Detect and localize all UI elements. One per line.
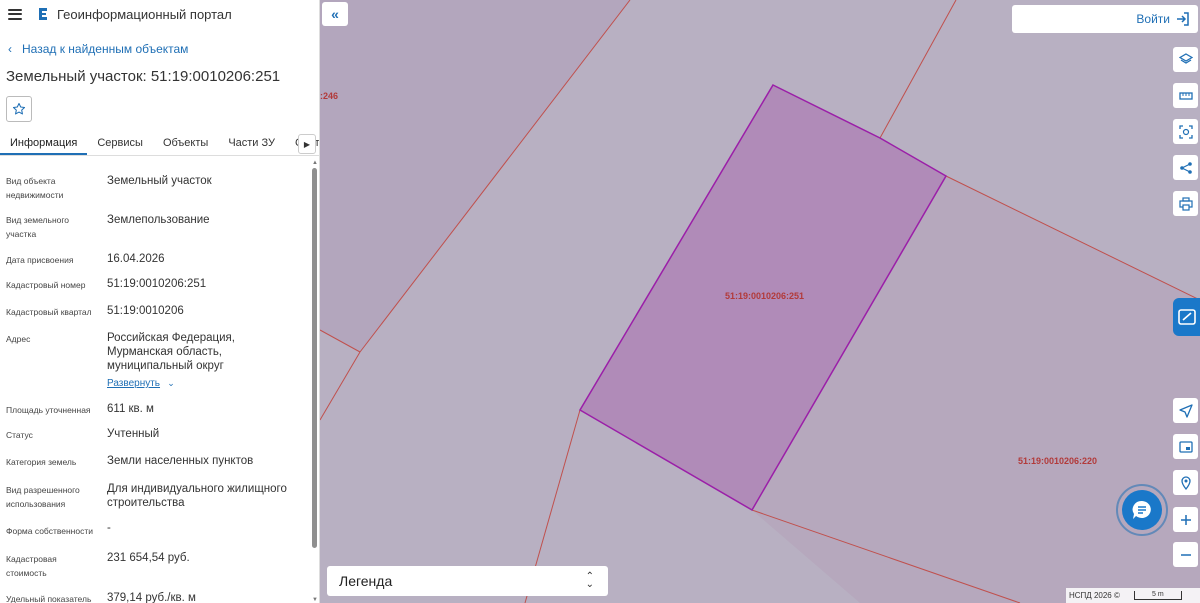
field-value: 16.04.2026	[107, 253, 165, 265]
field-value: Российская Федерация, Мурманская область…	[107, 332, 235, 372]
layers-button[interactable]	[1173, 47, 1198, 72]
locate-button[interactable]	[1173, 398, 1198, 423]
field-label: Статус	[6, 430, 33, 440]
scroll-thumb[interactable]	[312, 168, 317, 548]
field-value: 51:19:0010206:251	[107, 278, 207, 290]
menu-icon[interactable]	[8, 8, 22, 20]
share-button[interactable]	[1173, 155, 1198, 180]
field-label: Удельный показатель	[6, 594, 92, 603]
zoom-out-icon	[1180, 553, 1191, 556]
portal-logo-icon	[39, 8, 47, 20]
favorite-button[interactable]	[6, 96, 32, 122]
field-value: 379,14 руб./кв. м	[107, 592, 196, 603]
field-value: -	[107, 522, 111, 534]
field-label: Вид земельного участка	[6, 215, 70, 239]
info-panel: Геоинформационный портал ‹ Назад к найде…	[0, 0, 320, 603]
field-label: Кадастровый номер	[6, 280, 86, 290]
measure-button[interactable]	[1173, 83, 1198, 108]
field-label: Вид разрешенного использования	[6, 485, 80, 509]
field-label: Дата присвоения	[6, 255, 74, 265]
tab-services[interactable]: Сервисы	[87, 132, 153, 155]
select-area-icon	[1178, 124, 1193, 139]
scroll-up-arrow[interactable]: ▲	[312, 160, 318, 166]
scroll-down-arrow[interactable]: ▼	[312, 597, 318, 603]
login-icon	[1177, 12, 1189, 26]
tab-bar: Информация Сервисы Объекты Части ЗУ Сост…	[0, 132, 319, 156]
locate-icon	[1178, 403, 1193, 418]
field-value: Учтенный	[107, 428, 160, 440]
zoom-in-button[interactable]	[1173, 507, 1198, 532]
chat-button[interactable]	[1116, 484, 1168, 536]
left-parcel-label: :246	[320, 91, 339, 101]
field-label: Адрес	[6, 334, 31, 344]
field-label: Категория земель	[6, 457, 77, 467]
side-panel-icon	[1177, 309, 1196, 325]
chevron-down-icon: ⌄	[167, 378, 175, 388]
tab-information[interactable]: Информация	[0, 132, 88, 155]
scale-bar: 5 m	[1133, 591, 1182, 600]
field-label: Форма собственности	[6, 526, 93, 536]
field-value: 611 кв. м	[107, 403, 154, 415]
field-value: Для индивидуального жилищного строительс…	[107, 483, 287, 509]
portal-title: Геоинформационный портал	[57, 6, 232, 22]
field-value: Земли населенных пунктов	[107, 455, 254, 467]
back-link-label: Назад к найденным объектам	[22, 42, 189, 56]
field-label: Вид объекта недвижимости	[6, 176, 64, 200]
login-label: Войти	[1136, 12, 1170, 26]
right-parcel-label: 51:19:0010206:220	[1018, 456, 1098, 466]
double-chevron-left-icon: «	[331, 6, 339, 22]
print-button[interactable]	[1173, 191, 1198, 216]
minimap-icon	[1178, 440, 1193, 453]
side-panel-tab[interactable]	[1173, 298, 1200, 336]
object-title: Земельный участок: 51:19:0010206:251	[6, 68, 281, 85]
geolocation-icon	[1180, 475, 1191, 490]
select-area-button[interactable]	[1173, 119, 1198, 144]
parcel-left-area	[320, 0, 630, 352]
minimap-button[interactable]	[1173, 434, 1198, 459]
tabs-scroll-right-button[interactable]: ▶	[298, 134, 316, 154]
chevron-right-icon: ▶	[303, 139, 311, 149]
login-button[interactable]: Войти	[1012, 5, 1198, 33]
field-value: Землепользование	[107, 214, 210, 226]
share-icon	[1179, 161, 1192, 174]
selected-parcel-label: 51:19:0010206:251	[725, 291, 805, 301]
chevron-up-down-icon: ⌃ ⌄	[585, 571, 594, 590]
scale-label: 5 m	[1152, 591, 1164, 598]
field-value: 231 654,54 руб.	[107, 552, 190, 564]
boundary-line	[320, 351, 361, 421]
collapse-panel-button[interactable]: «	[322, 2, 348, 26]
info-list: Вид объекта недвижимости Земельный участ…	[0, 166, 310, 603]
field-label: Площадь уточненная	[6, 405, 91, 415]
ruler-icon	[1178, 91, 1193, 100]
field-value: 51:19:0010206	[107, 305, 184, 317]
top-bar: Геоинформационный портал	[0, 0, 319, 28]
map-layer	[320, 0, 1200, 603]
copyright: НСПД 2026 ©	[1069, 591, 1120, 600]
layers-icon	[1178, 52, 1193, 64]
chevron-left-icon: ‹	[8, 42, 12, 56]
app-root: Геоинформационный портал ‹ Назад к найде…	[0, 0, 1200, 603]
geolocation-button[interactable]	[1173, 470, 1198, 495]
map-footer: НСПД 2026 © 5 m	[1066, 588, 1200, 603]
chat-ring	[1116, 484, 1168, 536]
star-icon	[12, 102, 26, 115]
tab-parts[interactable]: Части ЗУ	[218, 132, 285, 155]
expand-link[interactable]: Развернуть ⌄	[107, 376, 303, 391]
map-canvas[interactable]: 51:19:0010206:251 51:19:0010206:220 :246	[320, 0, 1200, 603]
legend-dropdown[interactable]: Легенда ⌃ ⌄	[327, 566, 608, 596]
panel-scrollbar[interactable]: ▲ ▼	[311, 160, 318, 603]
tab-objects[interactable]: Объекты	[153, 132, 218, 155]
field-value: Земельный участок	[107, 175, 212, 187]
legend-label: Легенда	[339, 573, 393, 589]
zoom-in-icon	[1180, 514, 1191, 525]
back-link[interactable]: ‹ Назад к найденным объектам	[8, 42, 188, 56]
zoom-out-button[interactable]	[1173, 542, 1198, 567]
expand-label: Развернуть	[107, 378, 161, 389]
field-label: Кадастровый квартал	[6, 307, 92, 317]
print-icon	[1178, 196, 1193, 211]
field-label: Кадастровая стоимость	[6, 554, 57, 578]
